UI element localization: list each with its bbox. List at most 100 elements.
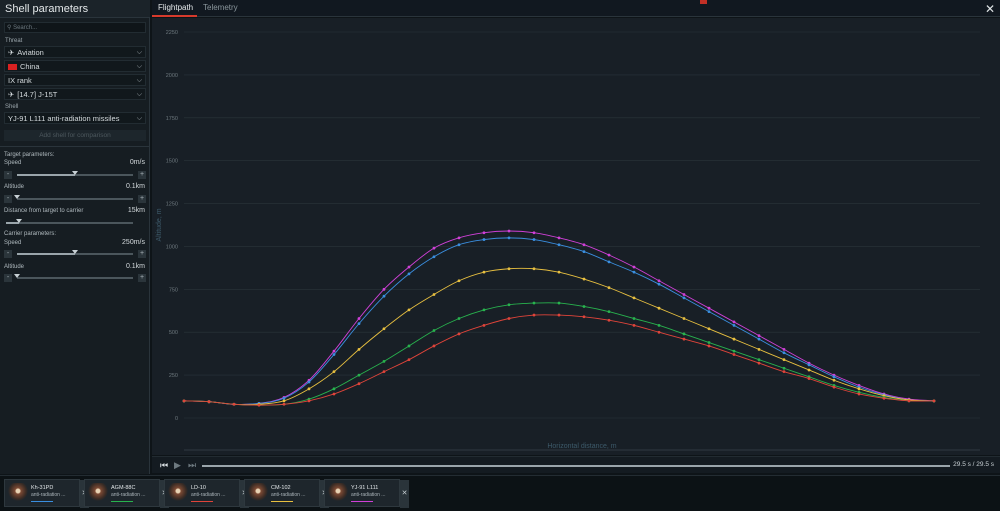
carrier-params-label: Carrier parameters: <box>4 231 57 237</box>
country-value: China <box>20 62 40 71</box>
shell-card-type: anti-radiation ... <box>111 492 146 498</box>
decrease-button[interactable]: - <box>4 171 12 179</box>
data-point <box>907 399 911 403</box>
data-point <box>382 327 386 331</box>
slider-fill <box>17 253 75 255</box>
distance-slider[interactable] <box>4 219 146 228</box>
playback-progress[interactable] <box>202 465 950 467</box>
slider-track[interactable] <box>17 171 133 176</box>
slider-knob[interactable] <box>14 195 20 199</box>
data-point <box>782 358 786 362</box>
target-speed-label: Speed <box>4 160 22 166</box>
slider-knob[interactable] <box>14 274 20 278</box>
vehicle-dropdown[interactable]: ✈ [14.7] J-15T ⌵ <box>4 88 146 100</box>
series-color-line <box>191 501 213 502</box>
target-alt-label: Altitude <box>4 184 25 190</box>
data-point <box>732 353 736 356</box>
increase-button[interactable]: + <box>138 274 146 282</box>
data-point <box>457 243 461 247</box>
data-point <box>457 236 461 240</box>
data-point <box>482 270 486 274</box>
data-point <box>607 318 611 322</box>
data-point <box>407 344 411 348</box>
data-point <box>607 310 611 314</box>
increase-button[interactable]: + <box>138 195 146 203</box>
shell-value: YJ-91 L111 anti-radiation missiles <box>8 114 120 123</box>
data-point <box>507 267 511 271</box>
divider <box>0 146 150 147</box>
add-shell-button[interactable]: Add shell for comparison <box>4 130 146 141</box>
search-input[interactable]: ⚲ Search... <box>4 22 146 33</box>
decrease-button[interactable]: - <box>4 250 12 258</box>
decrease-button[interactable]: - <box>4 195 12 203</box>
x-axis-label: Horizontal distance, m <box>547 443 616 450</box>
tab-flightpath[interactable]: Flightpath <box>158 3 193 12</box>
data-point <box>657 306 661 310</box>
shell-card-type: anti-radiation ... <box>351 492 386 498</box>
missile-thumbnail <box>88 483 108 503</box>
threat-type-value: Aviation <box>17 48 44 57</box>
shell-card[interactable]: AGM-88Canti-radiation ...✕ <box>84 479 169 508</box>
target-speed-slider[interactable]: - + <box>4 171 146 180</box>
panel-title: Shell parameters <box>5 3 89 15</box>
data-point <box>782 370 786 374</box>
series-color-line <box>31 501 53 502</box>
country-dropdown[interactable]: China ⌵ <box>4 60 146 72</box>
increase-button[interactable]: + <box>138 250 146 258</box>
data-point <box>507 303 511 307</box>
data-point <box>657 282 661 286</box>
data-point <box>332 370 336 374</box>
slider-knob[interactable] <box>72 250 78 254</box>
target-altitude-slider[interactable]: - + <box>4 195 146 204</box>
data-point <box>557 270 561 274</box>
data-point <box>532 231 536 235</box>
data-point <box>707 341 711 344</box>
slider-knob[interactable] <box>15 219 22 223</box>
remove-icon[interactable]: ✕ <box>400 480 409 508</box>
shell-card-name: LD-10 <box>191 485 206 491</box>
distance-label: Distance from target to carrier <box>4 208 84 214</box>
close-icon[interactable]: ✕ <box>985 2 995 16</box>
y-tick-label: 1750 <box>166 116 178 122</box>
shell-dropdown[interactable]: YJ-91 L111 anti-radiation missiles ⌵ <box>4 112 146 124</box>
data-point <box>307 387 311 391</box>
threat-type-dropdown[interactable]: ✈ Aviation ⌵ <box>4 46 146 58</box>
slider-track[interactable] <box>17 250 133 255</box>
increase-button[interactable]: + <box>138 171 146 179</box>
decrease-button[interactable]: - <box>4 274 12 282</box>
data-point <box>182 399 186 403</box>
chevron-down-icon: ⌵ <box>136 63 142 70</box>
skip-to-end-icon[interactable]: ⏭ <box>188 460 196 471</box>
data-point <box>607 260 611 264</box>
tab-telemetry[interactable]: Telemetry <box>203 3 238 12</box>
data-point <box>432 293 436 296</box>
data-point <box>657 330 661 334</box>
shell-card[interactable]: LD-10anti-radiation ...✕ <box>164 479 249 508</box>
data-point <box>557 243 561 247</box>
skip-to-start-icon[interactable]: ⏮ <box>160 460 168 471</box>
data-point <box>882 396 886 400</box>
aircraft-icon: ✈ <box>8 48 15 57</box>
data-point <box>732 337 736 341</box>
shell-card[interactable]: Kh-31PDanti-radiation ...✕ <box>4 479 89 508</box>
carrier-altitude-slider[interactable]: - + <box>4 274 146 283</box>
carrier-speed-slider[interactable]: - + <box>4 250 146 259</box>
slider-track[interactable] <box>14 274 133 279</box>
rank-dropdown[interactable]: IX rank ⌵ <box>4 74 146 86</box>
shell-card[interactable]: YJ-91 L111 anti-radiation ... ✕ <box>324 479 409 508</box>
data-point <box>932 399 936 403</box>
slider-track[interactable] <box>14 195 133 200</box>
data-point <box>482 323 486 327</box>
play-icon[interactable]: ▶ <box>174 460 181 471</box>
carrier-alt-value: 0.1km <box>125 263 145 270</box>
data-point <box>457 332 461 336</box>
data-point <box>482 238 486 241</box>
data-point <box>757 358 761 362</box>
data-point <box>632 296 636 300</box>
slider-track[interactable] <box>6 219 133 224</box>
data-point <box>407 358 411 362</box>
data-point <box>507 317 511 320</box>
data-point <box>582 250 586 253</box>
shell-card[interactable]: CM-102anti-radiation ...✕ <box>244 479 329 508</box>
slider-knob[interactable] <box>72 171 78 175</box>
